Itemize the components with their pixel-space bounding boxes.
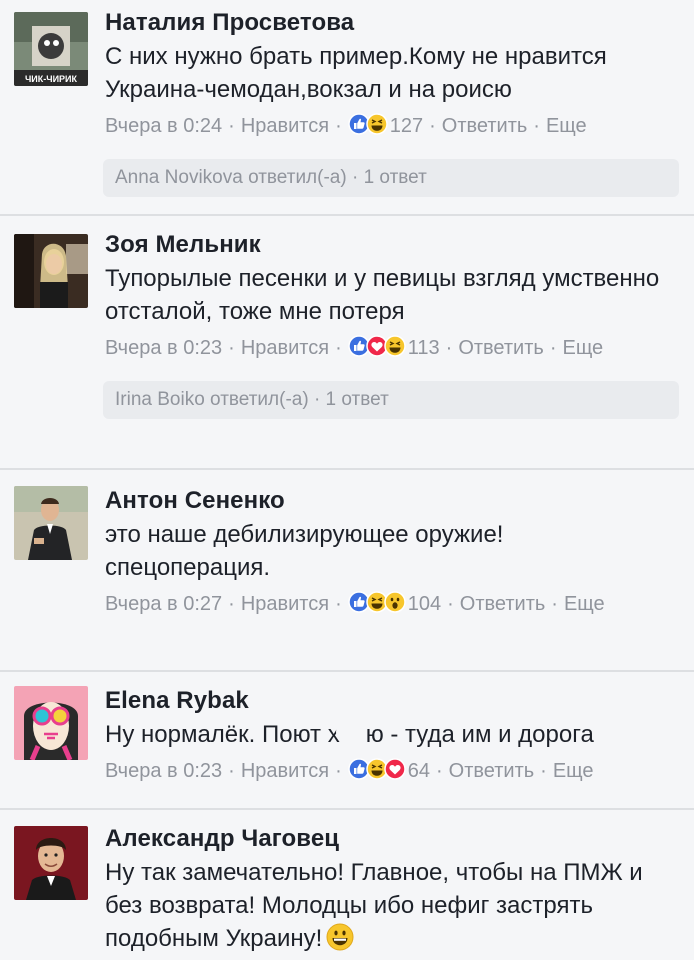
comment: Зоя Мельник Тупорылые песенки и у певицы… <box>0 216 694 470</box>
like-button[interactable]: Нравится <box>241 337 329 359</box>
wow-reaction-icon <box>384 591 406 613</box>
more-button[interactable]: Еще <box>546 115 587 137</box>
comment-text: Ну нормалёк. Поют х ю - туда им и дорога <box>105 718 680 751</box>
like-button[interactable]: Нравится <box>241 593 329 615</box>
love-reaction-icon <box>384 758 406 780</box>
reaction-count[interactable]: 113 <box>408 337 440 359</box>
comment-meta: Вчера в 0:23 · Нравится · 113 · Ответить · Еще <box>105 332 680 367</box>
comment-time[interactable]: Вчера в 0:27 <box>105 593 222 615</box>
comment-meta: Вчера в 0:27 · Нравится · 104 · Ответить · Еще <box>105 588 680 623</box>
comment-author[interactable]: Elena Rybak <box>105 684 680 718</box>
comments-feed: ЧИК-ЧИРИК Наталия Просветова С них нужно… <box>0 0 694 960</box>
reactions[interactable] <box>348 335 406 367</box>
comment-author[interactable]: Наталия Просветова <box>105 6 680 40</box>
comment: Антон Сененко это наше дебилизирующее ор… <box>0 470 694 672</box>
reply-button[interactable]: Ответить <box>460 593 546 615</box>
comment-text: Ну так замечательно! Главное, чтобы на П… <box>105 856 645 955</box>
comment-time[interactable]: Вчера в 0:23 <box>105 337 222 359</box>
comment-meta: Вчера в 0:23 · Нравится · 64 · Ответить · Еще <box>105 755 680 790</box>
more-button[interactable]: Еще <box>562 337 603 359</box>
avatar-image-portrait <box>14 234 88 308</box>
comment-text-start: Ну нормалёк. Поют х <box>105 721 340 748</box>
reply-button[interactable]: Ответить <box>458 337 544 359</box>
reply-button[interactable]: Ответить <box>442 115 528 137</box>
comment-time[interactable]: Вчера в 0:23 <box>105 760 222 782</box>
comment-meta: Вчера в 0:24 · Нравится · 127 · Ответить · Еще <box>105 110 680 145</box>
like-button[interactable]: Нравится <box>241 115 329 137</box>
avatar-image-portrait <box>14 826 88 900</box>
comment-text: это наше дебилизирующее оружие! спецопер… <box>105 521 504 581</box>
comment: Александр Чаговец Ну так замечательно! Г… <box>0 810 694 960</box>
comment: ЧИК-ЧИРИК Наталия Просветова С них нужно… <box>0 0 694 216</box>
comment-author[interactable]: Антон Сененко <box>105 484 680 518</box>
reaction-count[interactable]: 127 <box>390 115 423 137</box>
reaction-count[interactable]: 64 <box>408 760 430 782</box>
haha-reaction-icon <box>384 335 406 357</box>
comment-text: Тупорылые песенки и у певицы взгляд умст… <box>105 265 660 325</box>
avatar-image-bird: ЧИК-ЧИРИК <box>14 12 88 86</box>
comment-text-content: Ну так замечательно! Главное, чтобы на П… <box>105 859 643 952</box>
avatar[interactable] <box>14 686 88 760</box>
reactions[interactable] <box>348 113 388 145</box>
avatar[interactable] <box>14 234 88 308</box>
comment-text: С них нужно брать пример.Кому не нравитс… <box>105 43 607 103</box>
grinning-face-emoji-icon <box>326 923 354 951</box>
comment-author[interactable]: Зоя Мельник <box>105 228 680 262</box>
comment-author[interactable]: Александр Чаговец <box>105 822 680 856</box>
avatar[interactable] <box>14 486 88 560</box>
avatar[interactable] <box>14 826 88 900</box>
replies-preview[interactable]: Anna Novikova ответил(-а) · 1 ответ <box>103 159 679 197</box>
avatar-image-illustration <box>14 686 88 760</box>
avatar-image-portrait <box>14 486 88 560</box>
comment-time[interactable]: Вчера в 0:24 <box>105 115 222 137</box>
reaction-count[interactable]: 104 <box>408 593 441 615</box>
reply-button[interactable]: Ответить <box>449 760 535 782</box>
comment-text-end: ю - туда им и дорога <box>365 721 594 748</box>
redaction-mark <box>335 720 370 744</box>
haha-reaction-icon <box>366 113 388 135</box>
reactions[interactable] <box>348 591 406 623</box>
more-button[interactable]: Еще <box>553 760 594 782</box>
avatar-label: ЧИК-ЧИРИК <box>25 74 78 84</box>
replies-preview[interactable]: Irina Boiko ответил(-а) · 1 ответ <box>103 381 679 419</box>
comment: Elena Rybak Ну нормалёк. Поют х ю - туда … <box>0 672 694 810</box>
more-button[interactable]: Еще <box>564 593 605 615</box>
reactions[interactable] <box>348 758 406 790</box>
like-button[interactable]: Нравится <box>241 760 329 782</box>
avatar[interactable]: ЧИК-ЧИРИК <box>14 12 88 86</box>
